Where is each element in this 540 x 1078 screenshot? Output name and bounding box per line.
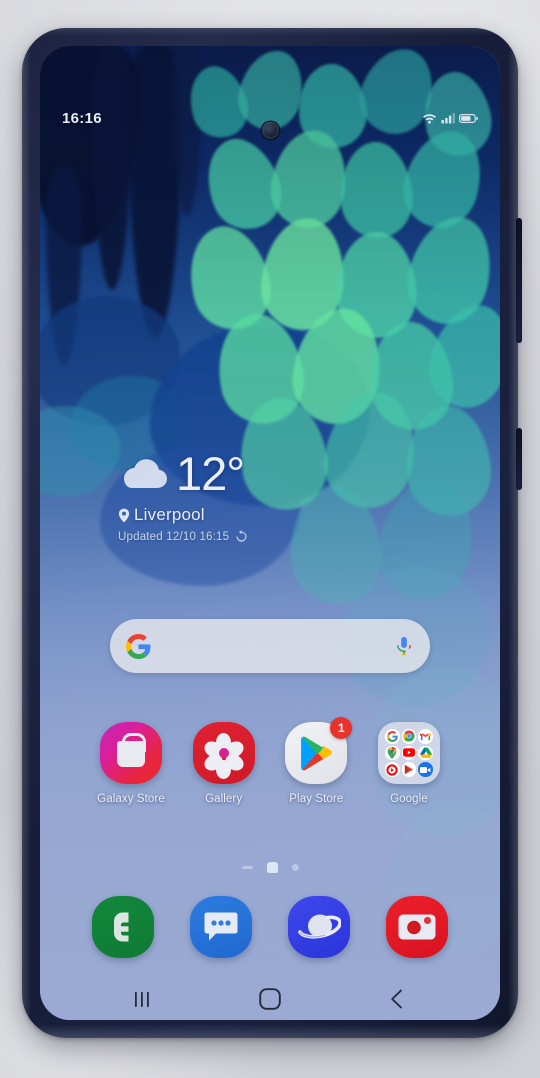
play-store-badge: 1 [330, 717, 353, 739]
refresh-icon[interactable] [235, 530, 248, 543]
google-folder-icon[interactable] [377, 722, 440, 784]
home-icon [259, 988, 281, 1010]
maps-icon [384, 745, 400, 761]
location-pin-icon [118, 508, 130, 522]
play-movies-icon [401, 762, 417, 777]
weather-temperature: 12° [176, 447, 245, 500]
battery-icon [459, 113, 478, 123]
samsung-internet-icon[interactable] [288, 896, 350, 958]
dock [92, 896, 448, 958]
microphone-icon[interactable] [394, 635, 414, 657]
flower-center-shape [218, 748, 229, 758]
phone-icon[interactable] [92, 896, 154, 958]
page-dot-home[interactable] [266, 862, 278, 873]
page-dot-3[interactable] [291, 864, 299, 871]
play-store-icon[interactable]: 1 [285, 717, 353, 784]
google-search-bar[interactable] [110, 619, 430, 673]
gmail-icon [418, 729, 433, 744]
drive-icon [418, 745, 433, 761]
app-galaxy-store[interactable]: Galaxy Store [92, 722, 170, 805]
youtube-music-icon [384, 762, 400, 777]
weather-location: Liverpool [134, 505, 205, 524]
bag-shape [117, 741, 145, 767]
signal-icon [441, 113, 455, 124]
play-triangle-icon [301, 736, 333, 771]
app-google-folder[interactable]: Google [370, 722, 448, 805]
app-label: Play Store [289, 793, 344, 805]
app-grid: Galaxy Store Gallery 1 Play Store Google [92, 717, 448, 805]
planet-glyph [298, 914, 341, 939]
status-bar: 16:16 [40, 104, 500, 132]
page-dot-apps[interactable] [241, 866, 253, 869]
galaxy-store-icon[interactable] [100, 722, 162, 784]
wifi-icon [423, 114, 436, 124]
weather-updated-row[interactable]: Updated 12/10 16:15 [118, 530, 418, 543]
phone-device: 16:16 12° Liverpool Updated 12/10 16:15 … [22, 28, 522, 1038]
weather-location-row: Liverpool [118, 505, 418, 525]
status-time: 16:16 [62, 109, 102, 127]
youtube-icon [401, 745, 417, 761]
app-label: Google [390, 793, 428, 805]
app-label: Galaxy Store [97, 793, 165, 805]
app-gallery[interactable]: Gallery [185, 722, 263, 805]
home-button[interactable] [240, 982, 300, 1016]
weather-widget[interactable]: 12° Liverpool Updated 12/10 16:15 [118, 450, 418, 543]
gallery-icon[interactable] [192, 722, 255, 784]
recents-icon [135, 991, 150, 1007]
app-label: Gallery [205, 793, 243, 805]
cloud-icon [124, 458, 167, 488]
back-button[interactable] [367, 982, 427, 1016]
volume-rocker-button[interactable] [516, 218, 522, 343]
page-indicator[interactable] [40, 862, 500, 873]
handset-glyph [114, 912, 129, 942]
status-icons [422, 112, 478, 124]
back-icon [390, 989, 402, 1009]
google-icon [384, 729, 400, 744]
phone-screen[interactable]: 16:16 12° Liverpool Updated 12/10 16:15 … [40, 46, 500, 1020]
camera-glyph [398, 914, 436, 940]
power-button[interactable] [516, 428, 522, 490]
chrome-icon [401, 729, 417, 744]
app-play-store[interactable]: 1 Play Store [277, 717, 355, 805]
duo-icon [418, 762, 433, 777]
weather-main-row: 12° [118, 450, 418, 497]
recents-button[interactable] [113, 982, 173, 1016]
messages-icon[interactable] [190, 896, 252, 958]
google-g-icon [126, 633, 151, 659]
search-input[interactable] [151, 619, 394, 673]
weather-updated-text: Updated 12/10 16:15 [118, 530, 230, 543]
navigation-bar [40, 978, 500, 1020]
chat-bubble-glyph [204, 912, 238, 941]
camera-icon[interactable] [386, 896, 448, 958]
